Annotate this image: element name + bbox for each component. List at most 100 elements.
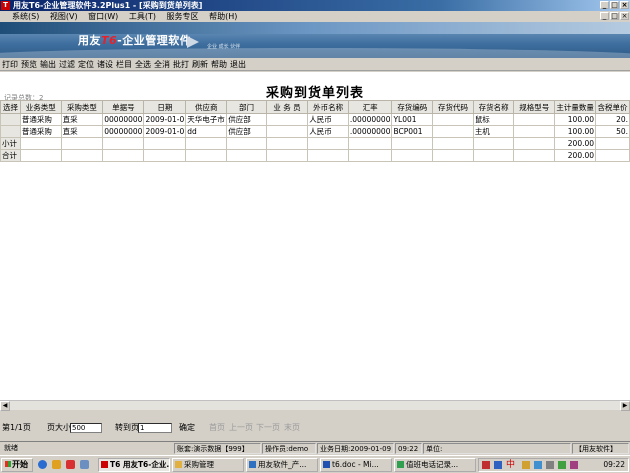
menu-system[interactable]: 系统(S)	[0, 11, 43, 22]
task-purchase-mgmt[interactable]: 采购管理	[172, 458, 244, 472]
column-header[interactable]: 采购类型	[60, 100, 104, 114]
menu-service[interactable]: 服务专区	[163, 11, 203, 22]
column-header[interactable]: 业 务 员	[265, 100, 309, 114]
select-all-button[interactable]: 全选	[133, 58, 152, 71]
last-page-button[interactable]: 末页	[284, 421, 300, 435]
tray-antivirus-icon[interactable]	[482, 461, 490, 469]
column-header[interactable]: 汇率	[347, 100, 393, 114]
tray-ime-icon[interactable]: 中	[506, 461, 515, 470]
minimize-icon[interactable]: _	[600, 1, 609, 9]
mdi-minimize-icon[interactable]: _	[600, 12, 609, 20]
start-button[interactable]: 开始	[1, 458, 33, 472]
table-cell: 200.00	[554, 137, 597, 150]
deselect-all-button[interactable]: 全消	[152, 58, 171, 71]
tray-network-icon[interactable]	[494, 461, 502, 469]
task-duty-log[interactable]: 值班电话记录...	[394, 458, 476, 472]
tray-volume-icon[interactable]	[546, 461, 554, 469]
maximize-icon[interactable]: □	[610, 1, 619, 9]
export-button[interactable]: 输出	[38, 58, 57, 71]
table-row[interactable]: 普通采购 直采 00000000 2009-01-0 天华电子市 供应部 人民币 .00000…	[0, 113, 630, 126]
ie-icon[interactable]	[38, 460, 47, 469]
locate-button[interactable]: 定位	[76, 58, 95, 71]
help-button[interactable]: 帮助	[209, 58, 228, 71]
tray-app-icon[interactable]	[522, 461, 530, 469]
tray-clock: 09:22	[603, 460, 625, 469]
horizontal-scrollbar[interactable]: ◀ ▶	[0, 400, 630, 411]
windows-logo-icon	[5, 461, 11, 467]
table-cell	[19, 137, 62, 150]
task-yonyou-product[interactable]: 用友软件_产...	[246, 458, 318, 472]
menu-bar: 系统(S) 视图(V) 窗口(W) 工具(T) 服务专区 帮助(H) _ □ ×	[0, 11, 630, 22]
column-header[interactable]: 主计量数量	[554, 100, 597, 114]
table-cell: 天华电子市	[185, 113, 228, 126]
row-selector[interactable]	[0, 125, 21, 138]
app-icon: T	[1, 1, 10, 10]
column-header[interactable]: 存货编码	[391, 100, 434, 114]
column-header[interactable]: 日期	[143, 100, 187, 114]
table-cell	[432, 149, 474, 162]
page-size-input[interactable]	[70, 423, 102, 433]
table-cell: 普通采购	[19, 125, 62, 138]
status-ready: 就绪	[4, 444, 18, 452]
table-cell	[143, 137, 187, 150]
summary-row[interactable]: 小计 200.00	[0, 137, 630, 150]
menu-view[interactable]: 视图(V)	[46, 11, 82, 22]
column-header[interactable]: 业务类型	[19, 100, 62, 114]
refresh-button[interactable]: 刷新	[190, 58, 209, 71]
column-header[interactable]: 含税单价	[595, 100, 630, 114]
exit-button[interactable]: 退出	[228, 58, 247, 71]
table-row[interactable]: 普通采购 直采 00000000 2009-01-0 dd 供应部 人民币 .00000000…	[0, 125, 630, 138]
batch-print-button[interactable]: 批打	[171, 58, 190, 71]
quicklaunch-more-icon[interactable]	[80, 460, 89, 469]
menu-tools[interactable]: 工具(T)	[125, 11, 160, 22]
print-button[interactable]: 打印	[0, 58, 19, 71]
column-header[interactable]: 外币名称	[307, 100, 349, 114]
menu-help[interactable]: 帮助(H)	[205, 11, 241, 22]
row-selector[interactable]	[0, 113, 21, 126]
tray-misc-icon[interactable]	[558, 461, 566, 469]
column-header[interactable]: 存货代码	[432, 100, 474, 114]
table-cell: 100.00	[554, 125, 597, 138]
table-cell: 鼠标	[472, 113, 515, 126]
summary-row[interactable]: 合计 200.00	[0, 149, 630, 162]
scroll-left-icon[interactable]: ◀	[0, 401, 10, 411]
goto-page-input[interactable]	[138, 423, 172, 433]
column-header[interactable]: 规格型号	[513, 100, 556, 114]
table-cell	[102, 149, 145, 162]
table-cell	[226, 137, 267, 150]
task-label: T6 用友T6-企业...	[110, 460, 170, 469]
tray-misc2-icon[interactable]	[570, 461, 578, 469]
preview-button[interactable]: 预览	[19, 58, 38, 71]
mdi-close-icon[interactable]: ×	[620, 12, 629, 20]
columns-button[interactable]: 栏目	[114, 58, 133, 71]
task-t6-app[interactable]: T6 用友T6-企业...	[98, 458, 170, 472]
table-cell: .00000000	[347, 113, 393, 126]
prev-page-button[interactable]: 上一页	[229, 421, 253, 435]
column-header[interactable]: 选择	[0, 100, 21, 114]
column-header[interactable]: 存货名称	[472, 100, 515, 114]
row-selector[interactable]: 小计	[0, 137, 21, 150]
system-tray: 中 09:22	[478, 458, 629, 472]
column-header[interactable]: 单据号	[102, 100, 145, 114]
ie-page-icon	[249, 461, 256, 468]
column-header[interactable]: 部门	[226, 100, 267, 114]
table-cell: 2009-01-0	[143, 113, 187, 126]
filter-button[interactable]: 过滤	[57, 58, 76, 71]
next-page-button[interactable]: 下一页	[256, 421, 280, 435]
column-header[interactable]: 供应商	[185, 100, 228, 114]
excel-icon	[397, 461, 404, 468]
settings-button[interactable]: 诸设	[95, 58, 114, 71]
task-t6-doc[interactable]: t6.doc - Mi...	[320, 458, 392, 472]
desktop-icon[interactable]	[52, 460, 61, 469]
menu-window[interactable]: 窗口(W)	[84, 11, 122, 22]
table-cell: 100.00	[554, 113, 597, 126]
close-icon[interactable]: ×	[620, 1, 629, 9]
tray-update-icon[interactable]	[534, 461, 542, 469]
first-page-button[interactable]: 首页	[209, 421, 225, 435]
qq-icon[interactable]	[66, 460, 75, 469]
row-selector[interactable]: 合计	[0, 149, 21, 162]
table-cell: 直采	[60, 113, 104, 126]
confirm-button[interactable]: 确定	[179, 421, 195, 435]
scroll-right-icon[interactable]: ▶	[620, 401, 630, 411]
mdi-restore-icon[interactable]: □	[610, 12, 619, 20]
